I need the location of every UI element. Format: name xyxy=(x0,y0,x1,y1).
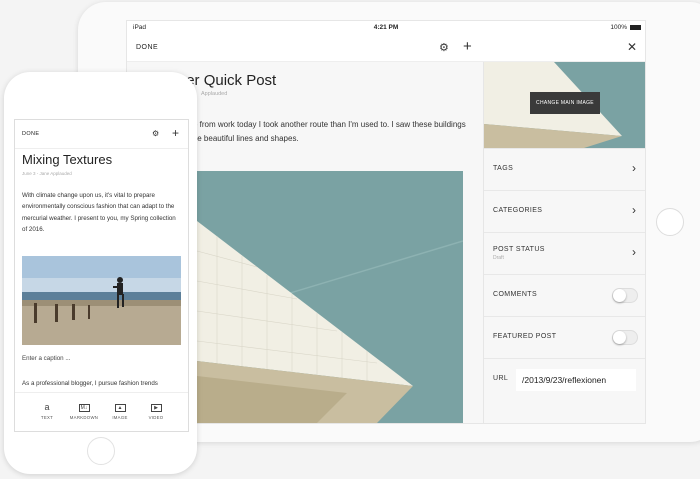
block-toolbar: a TEXT M↓ MARKDOWN ▲ IMAGE ▶ VIDEO xyxy=(15,392,188,431)
post-meta: June 3 - Jane Applauded xyxy=(22,171,72,176)
text-block-button[interactable]: a TEXT xyxy=(30,401,64,420)
toggle-knob xyxy=(613,331,626,344)
phone-home-button[interactable] xyxy=(87,437,115,465)
post-body[interactable]: With climate change upon us, it's vital … xyxy=(22,190,182,236)
markdown-block-button[interactable]: M↓ MARKDOWN xyxy=(67,401,101,420)
tablet-screen: iPad 4:21 PM 100% DONE ⚙ + ✕ Another Qui… xyxy=(126,20,646,424)
clock-label: 4:21 PM xyxy=(373,24,399,31)
featured-post-label: FEATURED POST xyxy=(493,333,557,340)
gear-icon[interactable]: ⚙ xyxy=(439,41,449,54)
image-icon: ▲ xyxy=(103,401,137,413)
post-status-row[interactable]: POST STATUS Draft › xyxy=(484,232,645,274)
video-block-button[interactable]: ▶ VIDEO xyxy=(139,401,173,420)
post-meta: Applauded xyxy=(201,91,228,97)
post-status-value: Draft xyxy=(493,255,504,261)
add-icon[interactable]: + xyxy=(172,126,179,140)
featured-post-row: FEATURED POST xyxy=(484,316,645,358)
battery-icon xyxy=(630,25,641,30)
url-label: URL xyxy=(493,375,509,382)
post-status-label: POST STATUS xyxy=(493,246,545,253)
toggle-knob xyxy=(613,289,626,302)
video-icon: ▶ xyxy=(139,401,173,413)
editor-toolbar: DONE ⚙ + ✕ xyxy=(127,35,645,62)
close-icon[interactable]: ✕ xyxy=(627,40,637,54)
chevron-right-icon: › xyxy=(632,245,636,259)
main-image-thumbnail[interactable]: CHANGE MAIN IMAGE xyxy=(484,62,645,148)
featured-post-toggle[interactable] xyxy=(612,330,638,345)
gear-icon[interactable]: ⚙ xyxy=(152,129,159,138)
phone-toolbar: DONE ⚙ + xyxy=(15,120,188,149)
add-icon[interactable]: + xyxy=(463,38,472,55)
markdown-icon: M↓ xyxy=(67,401,101,413)
phone-screen: DONE ⚙ + Mixing Textures June 3 - Jane A… xyxy=(14,119,189,432)
tags-row[interactable]: TAGS › xyxy=(484,148,645,190)
block-label: VIDEO xyxy=(148,415,164,420)
beach-photo xyxy=(22,256,181,345)
comments-toggle[interactable] xyxy=(612,288,638,303)
tags-label: TAGS xyxy=(493,165,514,172)
comments-label: COMMENTS xyxy=(493,291,538,298)
block-label: MARKDOWN xyxy=(69,415,99,420)
post-hero-image[interactable] xyxy=(197,171,463,423)
done-button[interactable]: DONE xyxy=(22,131,40,137)
url-row: URL xyxy=(484,358,645,400)
status-bar: iPad 4:21 PM 100% xyxy=(127,21,645,35)
image-caption-input[interactable]: Enter a caption ... xyxy=(22,355,71,362)
tablet-home-button[interactable] xyxy=(656,208,684,236)
image-block-button[interactable]: ▲ IMAGE xyxy=(103,401,137,420)
change-main-image-button[interactable]: CHANGE MAIN IMAGE xyxy=(530,92,600,114)
comments-row: COMMENTS xyxy=(484,274,645,316)
categories-label: CATEGORIES xyxy=(493,207,543,214)
post-image[interactable] xyxy=(22,256,181,345)
battery-label: 100% xyxy=(610,24,627,31)
post-title[interactable]: Mixing Textures xyxy=(22,152,112,167)
url-input[interactable] xyxy=(516,369,636,391)
building-illustration xyxy=(197,171,463,423)
done-button[interactable]: DONE xyxy=(136,44,158,51)
text-icon: a xyxy=(44,402,50,412)
chevron-right-icon: › xyxy=(632,203,636,217)
chevron-right-icon: › xyxy=(632,161,636,175)
block-label: TEXT xyxy=(40,415,54,420)
post-settings-panel: CHANGE MAIN IMAGE TAGS › CATEGORIES › PO… xyxy=(483,62,645,423)
categories-row[interactable]: CATEGORIES › xyxy=(484,190,645,232)
post-body-continued[interactable]: As a professional blogger, I pursue fash… xyxy=(22,380,158,387)
block-label: IMAGE xyxy=(112,415,128,420)
